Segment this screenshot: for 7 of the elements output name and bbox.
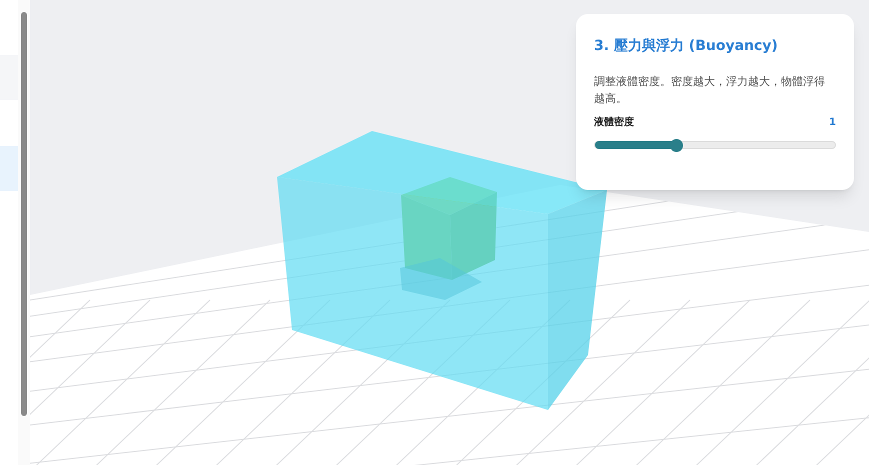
- slider-value: 1: [829, 116, 836, 130]
- panel-description: 調整液體密度。密度越大，浮力越大，物體浮得越高。: [594, 74, 826, 107]
- scrollbar-thumb[interactable]: [21, 12, 27, 416]
- density-slider[interactable]: [594, 138, 836, 152]
- panel-title: 3. 壓力與浮力 (Buoyancy): [594, 37, 779, 56]
- slider-thumb[interactable]: [670, 138, 684, 152]
- slider-label: 液體密度: [594, 115, 634, 130]
